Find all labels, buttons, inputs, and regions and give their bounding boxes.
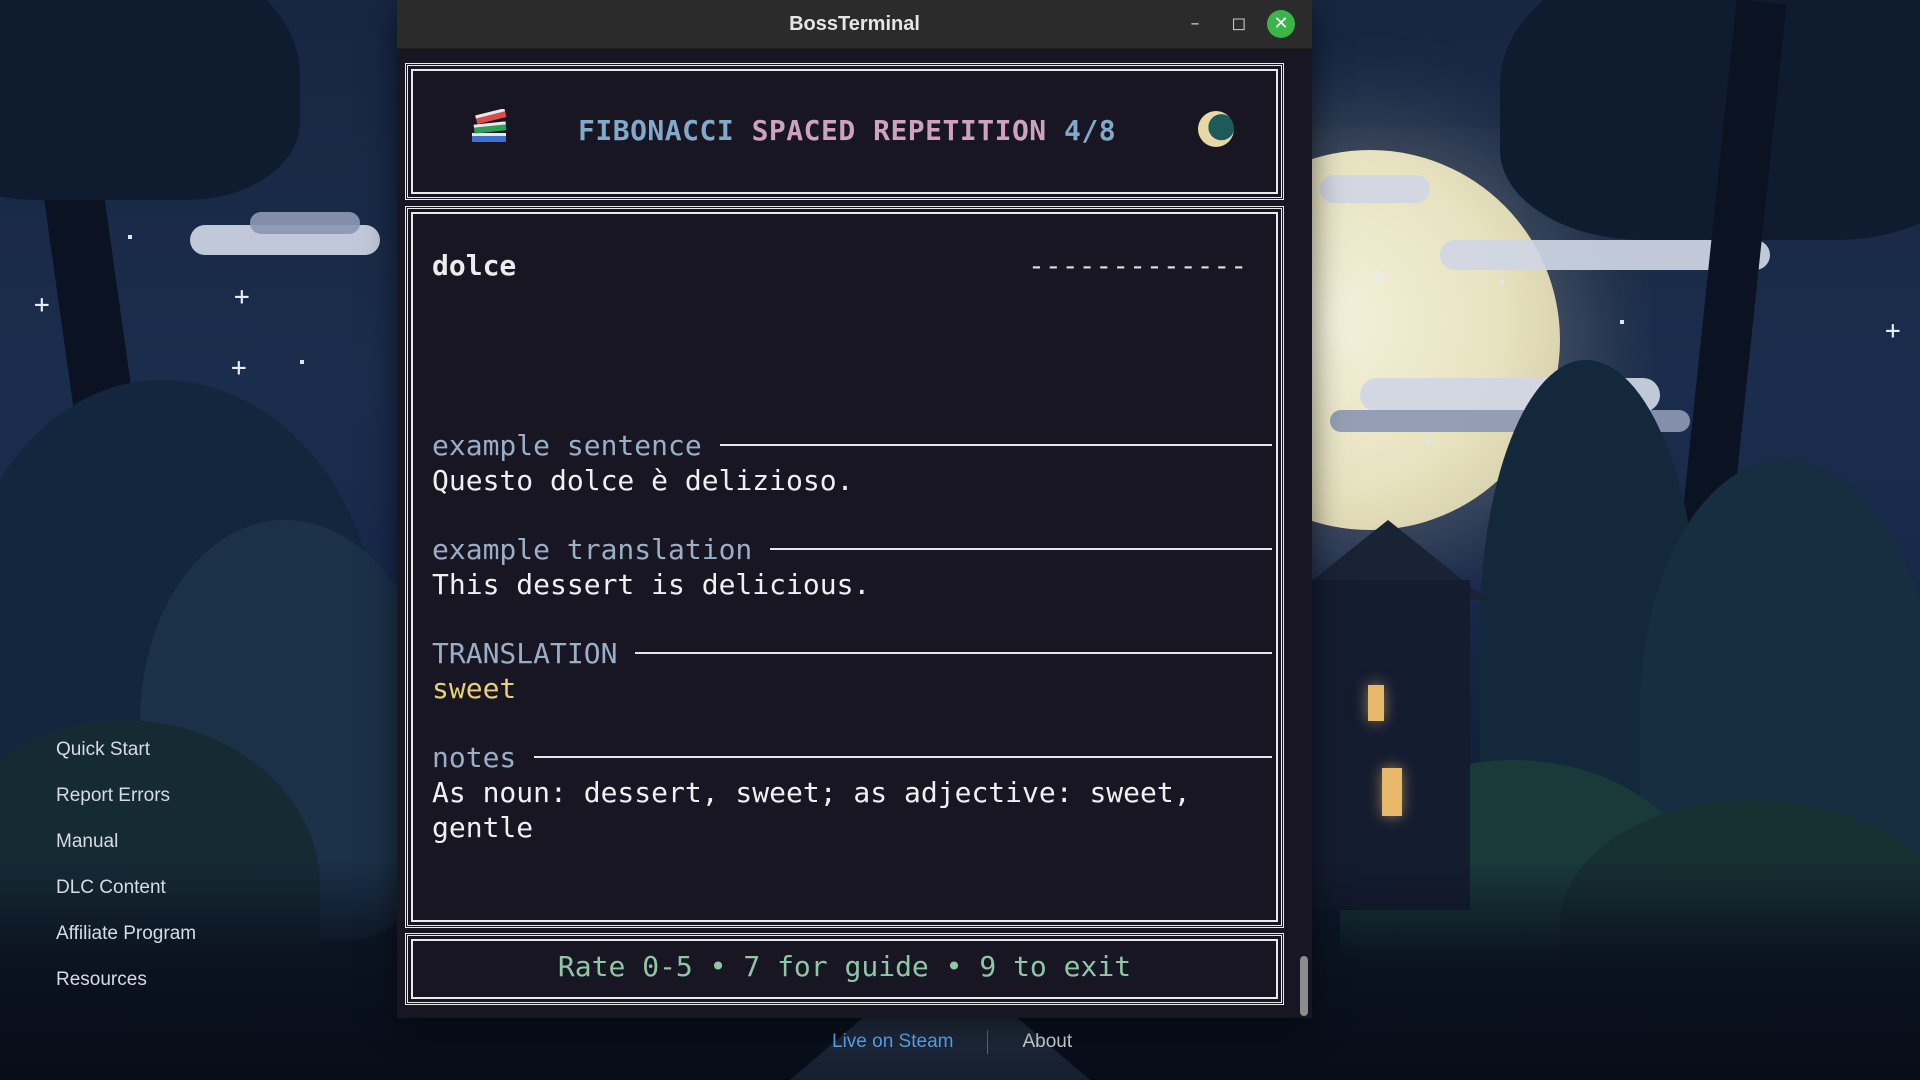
flashcard-title: FIBONACCI SPACED REPETITION 4/8 bbox=[578, 114, 1116, 147]
example-translation-text: This dessert is delicious. bbox=[432, 568, 871, 601]
sidebar-item-manual[interactable]: Manual bbox=[56, 827, 196, 873]
sidebar-item-report-errors[interactable]: Report Errors bbox=[56, 781, 196, 827]
cloud bbox=[250, 212, 360, 234]
section-translation: TRANSLATION sweet bbox=[432, 635, 1272, 706]
tree-canopy bbox=[0, 0, 300, 200]
star: + bbox=[1370, 261, 1386, 291]
progress-counter: 4/8 bbox=[1064, 114, 1117, 147]
books-icon bbox=[472, 109, 507, 142]
star bbox=[1500, 280, 1504, 284]
scrollbar[interactable] bbox=[1300, 956, 1308, 1016]
star bbox=[1620, 320, 1624, 324]
section-rule bbox=[770, 548, 1272, 550]
example-sentence-text: Questo dolce è delizioso. bbox=[432, 464, 854, 497]
window-title: BossTerminal bbox=[789, 13, 920, 35]
section-label-text: example translation bbox=[432, 532, 753, 566]
sidebar-links: Quick Start Report Errors Manual DLC Con… bbox=[56, 735, 196, 1011]
section-label: notes bbox=[432, 739, 1272, 775]
crescent-moon-icon[interactable] bbox=[1198, 111, 1234, 147]
lit-window bbox=[1368, 685, 1384, 721]
star: + bbox=[234, 282, 250, 312]
footer-links: Live on Steam About bbox=[832, 1030, 1072, 1054]
star: + bbox=[231, 353, 247, 383]
footer-divider bbox=[987, 1030, 989, 1054]
live-on-steam-link[interactable]: Live on Steam bbox=[832, 1031, 953, 1053]
section-label: TRANSLATION bbox=[432, 635, 1272, 671]
hidden-answer: ------------- bbox=[1028, 249, 1248, 282]
notes-text-line-1: As noun: dessert, sweet; as adjective: s… bbox=[432, 776, 1191, 809]
terminal-content[interactable]: FIBONACCI SPACED REPETITION 4/8 dolce --… bbox=[397, 49, 1312, 1018]
sidebar-item-resources[interactable]: Resources bbox=[56, 965, 196, 1011]
tree-canopy bbox=[1500, 0, 1920, 240]
flashcard-body: dolce ------------- example sentence Que… bbox=[405, 206, 1284, 928]
star bbox=[128, 235, 132, 239]
section-example-sentence: example sentence Questo dolce è delizios… bbox=[432, 427, 1272, 498]
title-fibonacci: FIBONACCI bbox=[578, 114, 735, 147]
sidebar-item-dlc-content[interactable]: DLC Content bbox=[56, 873, 196, 919]
maximize-icon[interactable]: ◻ bbox=[1225, 10, 1253, 38]
section-label-text: notes bbox=[432, 740, 517, 774]
star: + bbox=[1885, 316, 1901, 346]
minimize-icon[interactable]: – bbox=[1181, 10, 1209, 38]
flashcard-header: FIBONACCI SPACED REPETITION 4/8 bbox=[405, 63, 1284, 200]
section-rule bbox=[719, 444, 1272, 446]
star bbox=[1425, 440, 1429, 444]
section-example-translation: example translation This dessert is deli… bbox=[432, 531, 1272, 602]
section-label-text: TRANSLATION bbox=[432, 636, 618, 670]
sidebar-item-affiliate-program[interactable]: Affiliate Program bbox=[56, 919, 196, 965]
sidebar-item-quick-start[interactable]: Quick Start bbox=[56, 735, 196, 781]
section-label: example sentence bbox=[432, 427, 1272, 463]
star bbox=[300, 360, 304, 364]
section-label: example translation bbox=[432, 531, 1272, 567]
prompt-bar: Rate 0-5 • 7 for guide • 9 to exit bbox=[405, 933, 1284, 1005]
title-bar[interactable]: BossTerminal – ◻ ✕ bbox=[397, 0, 1312, 49]
flashcard-word: dolce bbox=[432, 249, 517, 282]
section-rule bbox=[635, 652, 1272, 654]
notes-text-line-2: gentle bbox=[432, 811, 534, 844]
rating-prompt: Rate 0-5 • 7 for guide • 9 to exit bbox=[557, 950, 1132, 983]
section-rule bbox=[534, 756, 1272, 758]
cloud bbox=[1320, 175, 1430, 203]
section-notes: notes As noun: dessert, sweet; as adject… bbox=[432, 739, 1272, 845]
lit-window bbox=[1382, 768, 1402, 816]
translation-text: sweet bbox=[432, 672, 517, 705]
terminal-window: BossTerminal – ◻ ✕ FIBONACCI SPACED REPE… bbox=[397, 0, 1312, 1018]
title-spaced-repetition: SPACED REPETITION bbox=[751, 114, 1047, 147]
star: + bbox=[34, 290, 50, 320]
close-icon[interactable]: ✕ bbox=[1267, 10, 1295, 38]
section-label-text: example sentence bbox=[432, 428, 702, 462]
about-link[interactable]: About bbox=[1022, 1031, 1072, 1053]
